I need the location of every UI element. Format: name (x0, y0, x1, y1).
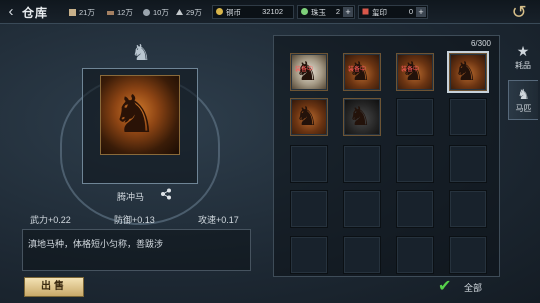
stat-attack-speed: 攻速+0.17 (198, 215, 239, 225)
filter-all-button[interactable]: ✔ 全部 (438, 279, 482, 295)
horse-icon: ♞ (295, 101, 319, 131)
currency-seal: 玺印 0 + (358, 5, 428, 19)
inventory-slot[interactable] (343, 190, 381, 228)
iron-icon (175, 8, 184, 17)
tab-label: 耗品 (515, 61, 531, 70)
resource-value: 21万 (79, 7, 95, 17)
equipped-tag: 装备中 (348, 67, 367, 73)
currency-jade: 珠玉 2 + (297, 5, 355, 19)
inventory-count: 6/300 (470, 39, 491, 48)
horse-name: 腾冲马 (117, 192, 145, 202)
tab-horses[interactable]: ♞ 马匹 (508, 80, 538, 120)
horse-icon: ♞ (111, 86, 158, 144)
inventory-slot[interactable] (396, 236, 434, 274)
bag-icon: ★ (516, 43, 530, 59)
inventory-slot[interactable] (449, 145, 487, 183)
currency-value: 32102 (262, 7, 283, 16)
filter-all-label: 全部 (464, 282, 483, 293)
resource-value: 12万 (117, 7, 133, 17)
share-icon[interactable] (160, 188, 172, 203)
equipped-tag: 装备中 (295, 67, 314, 73)
inventory-slot[interactable] (290, 236, 328, 274)
resource-iron: 29万 (175, 6, 202, 18)
stat-force: 武力+0.22 (30, 215, 71, 225)
horse-icon: ♞ (348, 101, 372, 131)
currency-value: 0 (408, 7, 413, 16)
inventory-slot[interactable] (343, 236, 381, 274)
back-icon[interactable]: ‹ (2, 3, 20, 21)
horse-crest-icon: ♞ (131, 40, 151, 65)
currency-label: 珠玉 (311, 7, 326, 17)
wood-icon (106, 8, 115, 17)
tab-consumables[interactable]: ★ 耗品 (508, 38, 538, 78)
resource-food: 21万 (68, 6, 95, 18)
inventory-slot[interactable] (396, 190, 434, 228)
inventory-slot[interactable] (343, 145, 381, 183)
inventory-slot[interactable]: ♞ (290, 98, 328, 136)
add-jade-button[interactable]: + (343, 7, 353, 17)
checkmark-icon: ✔ (438, 278, 452, 295)
inventory-slot[interactable]: ♞ 装备中 (396, 53, 434, 91)
stat-defense: 防御+0.13 (114, 215, 155, 225)
stone-icon (142, 8, 151, 17)
inventory-slot[interactable]: ♞ (343, 98, 381, 136)
equipped-tag: 装备中 (401, 67, 420, 73)
page-title: 仓库 (22, 6, 49, 20)
tab-label: 马匹 (515, 104, 532, 113)
resource-value: 10万 (153, 7, 169, 17)
horse-description: 滇地马种，体格短小匀称，善跋涉 (22, 229, 251, 271)
currency-label: 铜币 (226, 7, 241, 17)
top-bar: ‹ 仓库 21万 12万 10万 29万 铜币 32102 珠玉 2 + 玺印 … (0, 0, 540, 24)
inventory-slot[interactable] (449, 190, 487, 228)
horse-icon: ♞ (517, 86, 530, 102)
exit-icon[interactable]: ↺ (504, 1, 534, 23)
inventory-slot[interactable]: ♞ 装备中 (290, 53, 328, 91)
add-seal-button[interactable]: + (416, 7, 426, 17)
sell-button[interactable]: 出售 (24, 277, 84, 297)
inventory-slot[interactable] (396, 98, 434, 136)
jade-icon (300, 7, 309, 18)
seal-icon (361, 7, 370, 18)
horse-portrait: ♞ (100, 75, 180, 155)
inventory-slot[interactable]: ♞ 装备中 (343, 53, 381, 91)
inventory-slot[interactable] (449, 98, 487, 136)
currency-label: 玺印 (372, 7, 387, 17)
inventory-slot[interactable]: ♞ (447, 51, 489, 93)
resource-value: 29万 (186, 7, 202, 17)
food-icon (68, 8, 77, 17)
inventory-slot[interactable] (290, 190, 328, 228)
inventory-slot[interactable] (290, 145, 328, 183)
resource-wood: 12万 (106, 6, 133, 18)
copper-coin-icon (215, 7, 224, 18)
resource-stone: 10万 (142, 6, 169, 18)
currency-value: 2 (335, 7, 340, 16)
inventory-slot[interactable] (396, 145, 434, 183)
inventory-slot[interactable] (449, 236, 487, 274)
currency-copper: 铜币 32102 (212, 5, 294, 19)
horse-icon: ♞ (454, 56, 478, 86)
